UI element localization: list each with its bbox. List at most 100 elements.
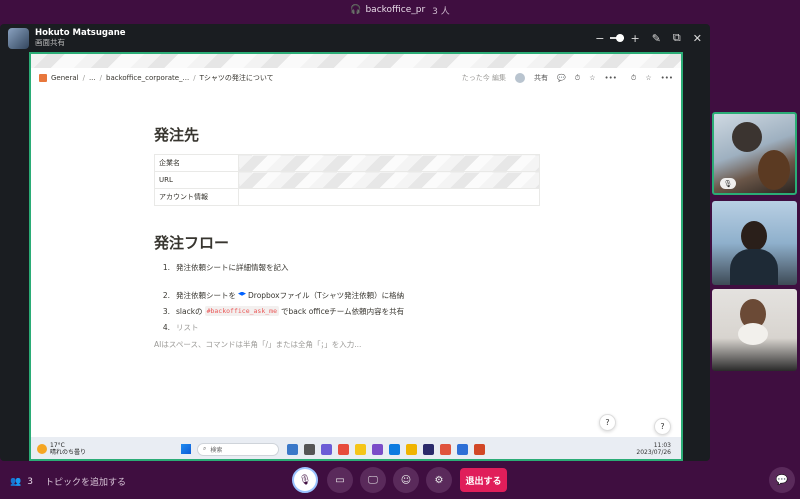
window-controls: − + ✎ ⧉ ✕ <box>595 31 702 45</box>
settings-button[interactable]: ⚙ <box>426 467 452 493</box>
app-icon[interactable] <box>389 443 400 455</box>
breadcrumb-item-general[interactable]: General <box>51 74 79 82</box>
channel-code: #backoffice_ask_me <box>204 306 280 316</box>
share-button[interactable]: 共有 <box>534 73 548 83</box>
close-button[interactable]: ✕ <box>693 32 702 45</box>
popout-icon[interactable]: ⧉ <box>673 31 681 45</box>
zoom-slider-knob[interactable] <box>616 34 625 42</box>
presenter-status: 画面共有 <box>35 38 65 47</box>
add-topic-button[interactable]: トピックを追加する <box>45 475 126 488</box>
comment-icon[interactable]: 💬 <box>557 74 566 82</box>
favorite-star-icon-2[interactable]: ☆ <box>645 74 651 83</box>
breadcrumb-item-ellipsis[interactable]: ... <box>89 74 96 82</box>
taskbar-search[interactable]: ⌕ 検索 <box>197 442 279 456</box>
edited-time: たった今 編集 <box>461 74 506 82</box>
weather-desc: 晴れのち曇り <box>50 449 87 456</box>
dropbox-icon <box>238 291 246 296</box>
table-row: アカウント情報 <box>154 188 540 206</box>
huddle-channel-name: backoffice_pr <box>365 5 426 15</box>
history-icon[interactable]: ⏱ <box>575 74 580 83</box>
list-item[interactable]: 1. 発注依頼シートに詳細情報を記入 <box>154 259 544 275</box>
app-icon[interactable] <box>355 443 366 455</box>
presenter-name: Hokuto Matsugane <box>35 28 126 38</box>
thread-chat-button[interactable]: 💬 <box>769 467 795 493</box>
breadcrumb-bar: General / ... / backoffice_corporate_...… <box>31 68 681 88</box>
participant-video-1[interactable]: 🎙 <box>712 112 797 195</box>
weather-widget[interactable]: 17°C 晴れのち曇り <box>31 442 181 456</box>
windows-taskbar: 17°C 晴れのち曇り ⌕ 検索 11:03 2023/07/26 <box>31 437 681 459</box>
table-cell-value[interactable] <box>238 171 540 189</box>
video-button[interactable]: ▭ <box>327 467 353 493</box>
shared-screen: General / ... / backoffice_corporate_...… <box>29 52 683 461</box>
taskbar-clock[interactable]: 11:03 2023/07/26 <box>636 442 681 456</box>
app-icon[interactable] <box>338 443 349 455</box>
list-item[interactable]: 4. リスト <box>154 319 544 335</box>
list-item[interactable]: 3. slackの #backoffice_ask_me でback offic… <box>154 303 544 319</box>
huddle-controls-bar: 👥 3 トピックを追加する 🎙 ▭ 🖵 ☺ ⚙ 退出する 💬 <box>0 462 800 499</box>
app-icon[interactable] <box>321 443 332 455</box>
presenter-avatar <box>8 27 29 49</box>
table-cell-key[interactable]: アカウント情報 <box>154 188 239 206</box>
windows-start-icon[interactable] <box>181 444 191 454</box>
taskbar-apps <box>287 443 485 455</box>
participant-video-3[interactable] <box>712 289 797 371</box>
breadcrumb-item-current[interactable]: Tシャツの発注について <box>200 73 274 83</box>
workspace-icon <box>39 74 47 82</box>
zoom-slider[interactable] <box>610 34 625 42</box>
favorite-star-icon[interactable]: ☆ <box>589 74 595 82</box>
mic-button[interactable]: 🎙 <box>292 467 318 493</box>
participants-button[interactable]: 👥 3 トピックを追加する <box>10 475 126 489</box>
presenter-info: Hokuto Matsugane 画面共有 <box>35 28 126 48</box>
ai-input-placeholder[interactable]: AIはスペース、コマンドは半角「/」または全角「；」を入力... <box>154 339 544 350</box>
huddle-title-bar: 🎧 backoffice_pr 3 人 <box>0 0 800 20</box>
window-header: Hokuto Matsugane 画面共有 − + ✎ ⧉ ✕ <box>0 24 710 52</box>
leave-button[interactable]: 退出する <box>460 468 507 492</box>
zoom-control: − + <box>595 32 639 45</box>
zoom-out-button[interactable]: − <box>595 32 604 45</box>
more-options-button-2[interactable]: ••• <box>661 74 673 83</box>
collaborator-avatar <box>515 73 525 83</box>
table-cell-key[interactable]: URL <box>154 171 239 189</box>
more-options-button[interactable]: ••• <box>604 74 616 82</box>
list-item[interactable]: 2. 発注依頼シートを Dropboxファイル（Tシャツ発注依頼）に格納 <box>154 287 544 303</box>
sun-icon <box>37 444 47 454</box>
table-row: 企業名 <box>154 154 540 172</box>
page-cover-pattern <box>31 54 681 68</box>
search-icon: ⌕ <box>203 445 207 452</box>
weather-temp: 17°C <box>50 442 65 449</box>
reaction-button[interactable]: ☺ <box>393 467 419 493</box>
app-icon[interactable] <box>457 443 468 455</box>
chrome-icon[interactable] <box>440 443 451 455</box>
app-icon[interactable] <box>304 443 315 455</box>
heading-supplier[interactable]: 発注先 <box>154 124 544 145</box>
order-flow-list: 1. 発注依頼シートに詳細情報を記入 2. 発注依頼シートを Dropboxファ… <box>154 259 544 335</box>
table-cell-key[interactable]: 企業名 <box>154 154 239 172</box>
heading-order-flow[interactable]: 発注フロー <box>154 232 544 253</box>
participant-video-2[interactable] <box>712 201 797 285</box>
zoom-in-button[interactable]: + <box>630 32 639 45</box>
huddle-participant-count: 3 人 <box>432 6 450 17</box>
help-button[interactable]: ? <box>599 414 616 431</box>
breadcrumb: General / ... / backoffice_corporate_...… <box>39 73 274 83</box>
app-icon[interactable] <box>287 443 298 455</box>
breadcrumb-item-parent[interactable]: backoffice_corporate_... <box>106 74 189 82</box>
powerpoint-icon[interactable] <box>474 443 485 455</box>
headphones-icon: 🎧 <box>350 5 362 15</box>
draw-icon[interactable]: ✎ <box>652 32 661 45</box>
participant-figure <box>732 122 762 152</box>
app-icon[interactable] <box>406 443 417 455</box>
share-screen-button[interactable]: 🖵 <box>360 467 386 493</box>
people-icon: 👥 <box>10 476 22 487</box>
secondary-actions: ⏱ ☆ ••• <box>631 74 673 83</box>
history-icon-2[interactable]: ⏱ <box>631 74 636 83</box>
dog-figure <box>738 323 768 345</box>
table-cell-value[interactable] <box>238 154 540 172</box>
participant-body <box>730 249 778 285</box>
app-icon[interactable] <box>423 443 434 455</box>
help-button-2[interactable]: ? <box>654 418 671 435</box>
app-icon[interactable] <box>372 443 383 455</box>
table-cell-value[interactable] <box>238 188 540 206</box>
supplier-table: 企業名 URL アカウント情報 <box>154 154 540 206</box>
document-body: 発注先 企業名 URL アカウント情報 発注フロー 1. 発注依頼シートに詳細情… <box>154 124 544 350</box>
screen-share-window: Hokuto Matsugane 画面共有 − + ✎ ⧉ ✕ General … <box>0 24 710 461</box>
